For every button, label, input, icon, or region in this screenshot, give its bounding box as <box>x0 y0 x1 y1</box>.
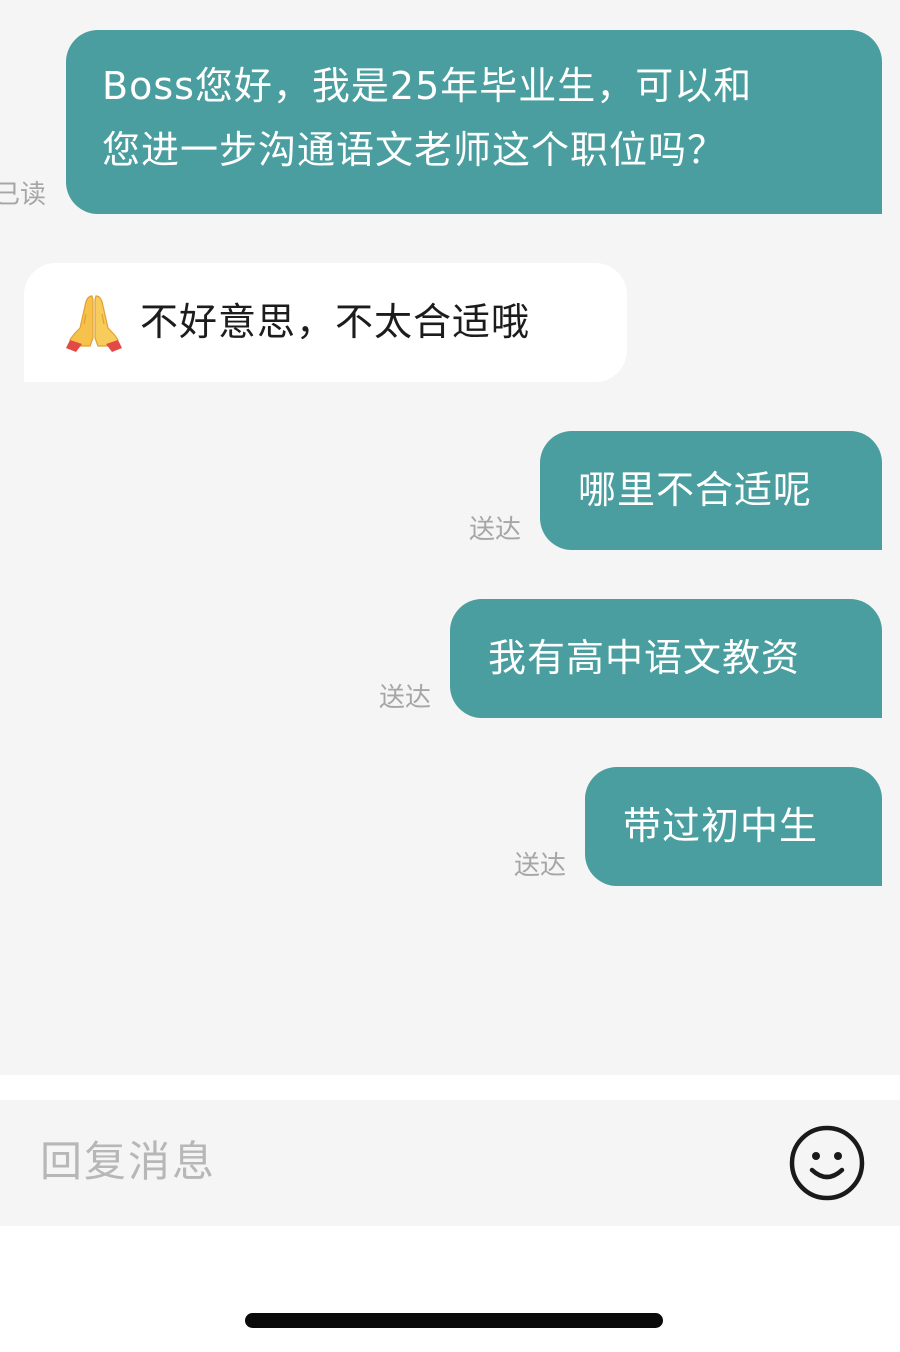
outgoing-message-bubble[interactable]: 哪里不合适呢 <box>540 431 882 550</box>
home-indicator[interactable] <box>245 1313 663 1328</box>
message-text: 我有高中语文教资 <box>488 636 801 680</box>
message-text-line-1: Boss您好，我是25年毕业生，可以和 <box>102 64 753 108</box>
delivered-status: 送达 <box>514 851 567 881</box>
outgoing-message-bubble[interactable]: 我有高中语文教资 <box>450 599 882 718</box>
outgoing-message-bubble[interactable]: 带过初中生 <box>585 767 882 886</box>
incoming-message-bubble[interactable]: 不好意思，不太合适哦 <box>24 263 627 382</box>
delivered-status: 送达 <box>469 515 522 545</box>
folded-hands-icon <box>62 290 126 354</box>
smiley-face-icon[interactable] <box>788 1124 866 1202</box>
outgoing-message-bubble[interactable]: Boss您好，我是25年毕业生，可以和 您进一步沟通语文老师这个职位吗？ <box>66 30 882 214</box>
reply-message-input[interactable] <box>40 1130 760 1194</box>
message-text: 哪里不合适呢 <box>578 468 813 512</box>
message-text: 带过初中生 <box>623 804 819 848</box>
message-text-line-2: 您进一步沟通语文老师这个职位吗？ <box>102 128 727 172</box>
bottom-safe-area <box>0 1226 900 1352</box>
input-divider <box>0 1075 900 1100</box>
delivered-status: 送达 <box>379 683 432 713</box>
message-text: 不好意思，不太合适哦 <box>140 300 531 344</box>
chat-area: Boss您好，我是25年毕业生，可以和 您进一步沟通语文老师这个职位吗？ 已读 … <box>0 0 900 1075</box>
read-status: 已读 <box>0 180 47 210</box>
